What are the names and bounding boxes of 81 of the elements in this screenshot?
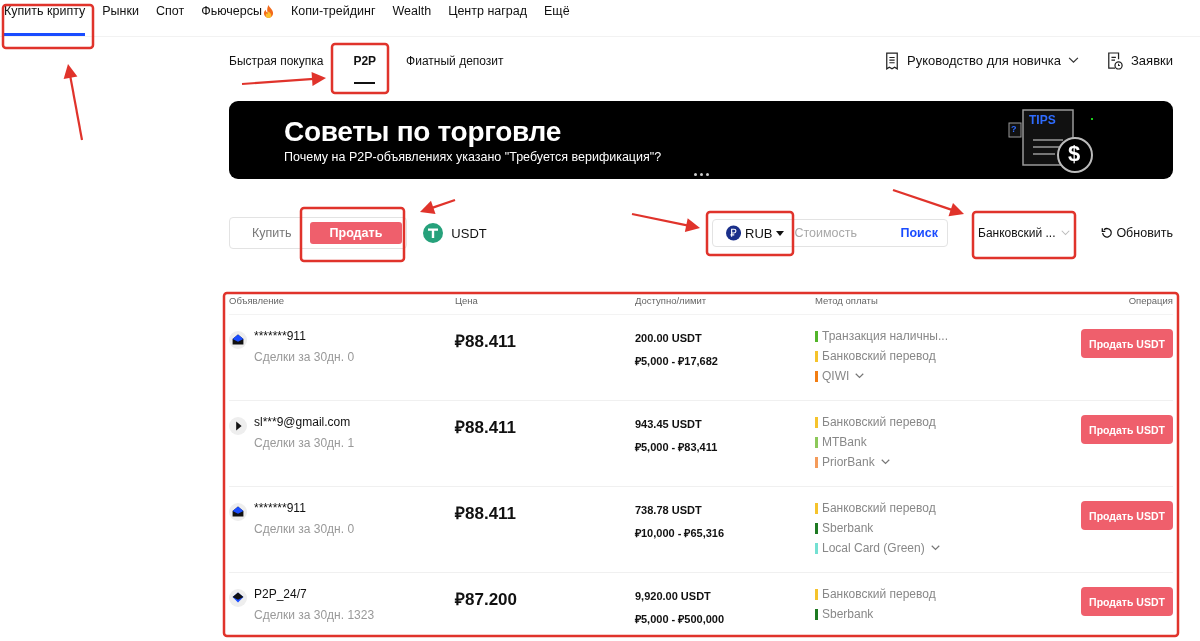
available-amount: 200.00 USDT xyxy=(635,332,703,344)
merchant-name[interactable]: *******911 xyxy=(254,329,355,343)
annotation-box xyxy=(330,42,390,95)
price: ₽88.411 xyxy=(455,503,518,524)
currency-select[interactable]: RUB xyxy=(745,225,785,241)
nav-tab[interactable]: Фьючерсы xyxy=(201,0,274,36)
nav-tab[interactable]: Центр наград xyxy=(448,0,527,36)
ruble-icon xyxy=(726,224,742,242)
asset-label[interactable]: USDT xyxy=(451,225,487,241)
chevron-down-icon[interactable] xyxy=(930,545,940,551)
payment-method: MTBank xyxy=(822,435,867,449)
column-header: Метод оплаты xyxy=(815,295,879,306)
payment-method: Sberbank xyxy=(822,607,874,621)
sub-tab[interactable]: Фиатный депозит xyxy=(406,37,504,84)
annotation-arrow xyxy=(631,212,700,233)
payment-dropdown[interactable]: Банковский ... xyxy=(978,226,1070,240)
carousel-dots[interactable] xyxy=(694,173,709,176)
nav-tab[interactable]: Рынки xyxy=(102,0,139,36)
promo-banner[interactable]: Советы по торговле Почему на P2P-объявлениях указано "Требуется верификация"? TIPS ? $ xyxy=(229,101,1173,179)
limit-range: ₽5,000 - ₽500,000 xyxy=(635,612,726,626)
nav-tab[interactable]: Спот xyxy=(155,0,185,36)
refresh-button[interactable]: Обновить xyxy=(1101,226,1173,240)
side-option[interactable]: Купить xyxy=(234,222,310,244)
caret-icon xyxy=(776,230,785,236)
deals-count: Сделки за 30дн. 1 xyxy=(254,436,355,450)
payment-method: Банковский перевод xyxy=(822,587,936,601)
available-amount: 9,920.00 USDT xyxy=(635,590,712,602)
payment-method: Local Card (Green) xyxy=(822,541,925,555)
payment-method: Банковский перевод xyxy=(822,501,936,515)
price: ₽88.411 xyxy=(455,417,518,438)
avatar-icon xyxy=(229,417,247,435)
document-clock-icon xyxy=(1107,51,1123,70)
amount-field[interactable]: RUB Стоимость Поиск xyxy=(712,219,948,247)
merchant-name[interactable]: sl***9@gmail.com xyxy=(254,415,355,429)
guide-dropdown[interactable]: Руководство для новичка xyxy=(907,53,1079,68)
tether-icon xyxy=(423,223,444,243)
search-button[interactable]: Поиск xyxy=(900,226,938,240)
banner-title: Советы по торговле xyxy=(284,116,562,148)
tips-illustration: TIPS ? $ xyxy=(1003,105,1103,175)
limit-range: ₽5,000 - ₽17,682 xyxy=(635,354,719,368)
chevron-down-icon xyxy=(1061,230,1070,236)
avatar-icon xyxy=(229,331,247,349)
chevron-down-icon xyxy=(1068,57,1079,64)
price: ₽87.200 xyxy=(455,589,518,610)
nav-tab[interactable]: Купить крипту xyxy=(4,0,86,36)
deals-count: Сделки за 30дн. 1323 xyxy=(254,608,375,622)
annotation-arrow xyxy=(420,198,456,215)
avatar-icon xyxy=(229,503,247,521)
payment-method: Транзакция наличны... xyxy=(822,329,948,343)
avatar-icon xyxy=(229,589,247,607)
column-header: Доступно/лимит xyxy=(635,295,708,306)
payment-method: Банковский перевод xyxy=(822,349,936,363)
payment-method: PriorBank xyxy=(822,455,875,469)
nav-tab[interactable]: Wealth xyxy=(392,0,432,36)
deals-count: Сделки за 30дн. 0 xyxy=(254,350,355,364)
sub-tab[interactable]: Быстрая покупка xyxy=(229,37,324,84)
banner-subtitle: Почему на P2P-объявлениях указано "Требуется верификация"? xyxy=(284,150,663,164)
payment-method: QIWI xyxy=(822,369,850,383)
column-header: Цена xyxy=(455,295,479,306)
annotation-arrow xyxy=(892,188,964,217)
column-header: Операция xyxy=(1127,295,1173,306)
column-header: Объявление xyxy=(229,295,286,306)
price: ₽88.411 xyxy=(455,331,518,352)
payment-method: Sberbank xyxy=(822,521,874,535)
chevron-down-icon[interactable] xyxy=(880,459,890,465)
fire-icon xyxy=(262,5,274,18)
receipt-icon xyxy=(885,51,900,70)
sub-tab[interactable]: P2P xyxy=(349,37,381,84)
limit-range: ₽5,000 - ₽83,411 xyxy=(635,440,719,454)
available-amount: 943.45 USDT xyxy=(635,418,703,430)
merchant-name[interactable]: P2P_24/7 xyxy=(254,587,375,601)
limit-range: ₽10,000 - ₽65,316 xyxy=(635,526,726,540)
merchant-name[interactable]: *******911 xyxy=(254,501,355,515)
refresh-icon xyxy=(1101,227,1114,239)
available-amount: 738.78 USDT xyxy=(635,504,703,516)
payment-method: Банковский перевод xyxy=(822,415,936,429)
chevron-down-icon[interactable] xyxy=(855,373,865,379)
nav-tab[interactable]: Копи-трейдинг xyxy=(290,0,376,36)
deals-count: Сделки за 30дн. 0 xyxy=(254,522,355,536)
nav-tab[interactable]: Ещё xyxy=(544,0,570,36)
orders-link[interactable]: Заявки xyxy=(1131,53,1173,68)
